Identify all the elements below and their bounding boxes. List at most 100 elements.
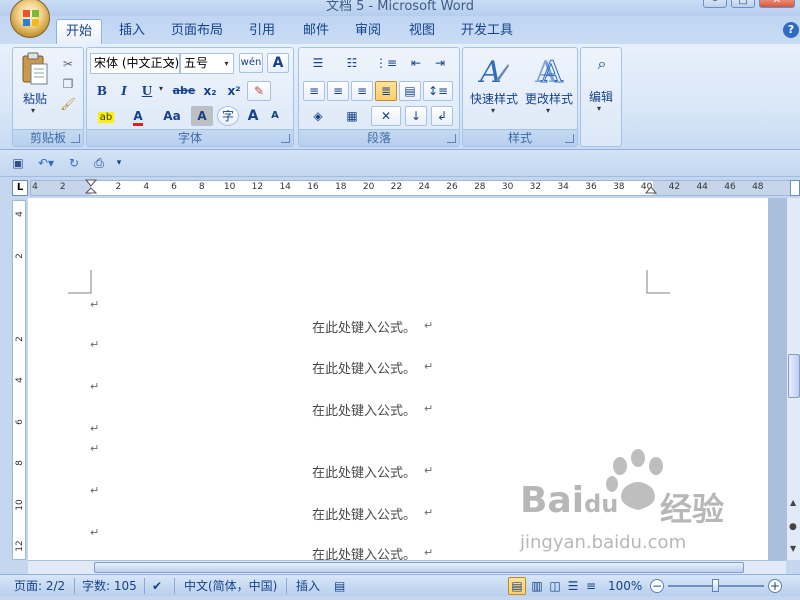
tab-references[interactable]: 引用 — [240, 19, 284, 44]
clear-formatting-button[interactable]: ✎ — [247, 81, 271, 101]
language-status[interactable]: 中文(简体，中国) — [184, 578, 277, 594]
justify-button[interactable]: ≣ — [375, 81, 397, 101]
equation-placeholder[interactable]: 在此处键入公式。 — [312, 462, 416, 481]
format-painter-button[interactable]: 🖌 — [59, 94, 77, 114]
enclose-char-button[interactable]: 字 — [217, 106, 239, 126]
print-layout-view-button[interactable]: ▤ — [508, 577, 526, 595]
tab-review[interactable]: 审阅 — [346, 19, 390, 44]
superscript-button[interactable]: x² — [223, 81, 245, 101]
equation-placeholder[interactable]: 在此处键入公式。 — [312, 504, 416, 523]
zoom-out-button[interactable]: − — [650, 579, 664, 593]
draft-view-button[interactable]: ≡ — [582, 577, 600, 595]
next-page-icon[interactable]: ▼ — [790, 544, 796, 553]
line-spacing-button[interactable]: ↕≡ — [423, 81, 453, 101]
word-count-status[interactable]: 字数: 105 — [82, 578, 137, 594]
copy-button[interactable]: ❐ — [59, 74, 77, 94]
chinese-layout-button[interactable]: ✕ — [371, 106, 401, 126]
tab-selector[interactable]: L — [12, 180, 28, 196]
align-right-button[interactable]: ≡ — [351, 81, 373, 101]
tab-home[interactable]: 开始 — [56, 19, 102, 44]
tab-mailings[interactable]: 邮件 — [294, 19, 338, 44]
vertical-scrollbar[interactable]: ▲ ● ▼ — [786, 198, 800, 560]
font-size-combo[interactable]: 五号 ▾ — [180, 53, 234, 74]
italic-button[interactable]: I — [114, 81, 134, 101]
page-count-status[interactable]: 页面: 2/2 — [14, 578, 65, 594]
char-border-button[interactable]: A — [267, 53, 289, 73]
shrink-font-button[interactable]: A — [265, 106, 285, 126]
phonetic-guide-button[interactable]: wén — [239, 53, 263, 73]
horizontal-scrollbar[interactable] — [28, 560, 786, 574]
equation-placeholder[interactable]: 在此处键入公式。 — [312, 358, 416, 377]
font-launcher[interactable] — [281, 134, 290, 143]
distributed-button[interactable]: ▤ — [399, 81, 421, 101]
tab-page-layout[interactable]: 页面布局 — [166, 19, 228, 44]
cut-button[interactable]: ✂ — [59, 54, 77, 74]
document-line[interactable]: 在此处键入公式。 ↵ — [28, 358, 768, 377]
proofing-icon[interactable]: ✔ — [152, 578, 162, 594]
zoom-slider-thumb[interactable] — [712, 579, 719, 592]
char-shading-button[interactable]: A — [191, 106, 213, 126]
strikethrough-button[interactable]: abe — [171, 81, 197, 101]
prev-page-icon[interactable]: ▲ — [790, 498, 796, 507]
vertical-ruler[interactable]: 4 2 2 4 6 8 10 12 — [12, 200, 26, 560]
maximize-button[interactable]: □ — [731, 0, 755, 8]
redo-button[interactable]: ↻ — [64, 153, 84, 173]
web-layout-view-button[interactable]: ◫ — [546, 577, 564, 595]
bold-button[interactable]: B — [92, 81, 112, 101]
equation-placeholder[interactable]: 在此处键入公式。 — [312, 317, 416, 336]
increase-indent-button[interactable]: ⇥ — [429, 53, 451, 73]
document-line[interactable]: ↵ — [28, 380, 768, 398]
multilevel-list-button[interactable]: ⋮≡ — [371, 53, 401, 73]
undo-button[interactable]: ↶▾ — [32, 153, 60, 173]
underline-button[interactable]: U — [136, 81, 158, 101]
macro-record-icon[interactable]: ▤ — [334, 578, 345, 594]
document-line[interactable]: 在此处键入公式。 ↵ — [28, 317, 768, 336]
horizontal-ruler[interactable]: 4 2 2 4 6 8 10 12 14 16 18 20 22 24 26 28 30 32 34 36 38 40 42… — [30, 179, 791, 197]
show-marks-button[interactable]: ↲ — [431, 106, 453, 126]
tab-view[interactable]: 视图 — [400, 19, 444, 44]
print-preview-button[interactable]: ⎙ — [88, 153, 110, 173]
document-line[interactable]: ↵ — [28, 338, 768, 356]
help-icon[interactable]: ? — [783, 22, 799, 38]
outline-view-button[interactable]: ☰ — [564, 577, 582, 595]
document-line[interactable]: 在此处键入公式。 ↵ — [28, 400, 768, 419]
change-case-button[interactable]: Aa — [157, 106, 187, 126]
shading-button[interactable]: ◈ — [303, 106, 333, 126]
styles-launcher[interactable] — [565, 134, 574, 143]
minimize-button[interactable]: – — [703, 0, 727, 8]
sort-button[interactable]: ↓ — [405, 106, 427, 126]
full-screen-view-button[interactable]: ▥ — [528, 577, 546, 595]
browse-object-icon[interactable]: ● — [789, 522, 797, 532]
change-styles-button[interactable]: A A 更改样式 ▾ — [521, 50, 577, 126]
document-line[interactable]: ↵ — [28, 422, 768, 440]
clipboard-launcher[interactable] — [71, 134, 80, 143]
tab-insert[interactable]: 插入 — [110, 19, 154, 44]
decrease-indent-button[interactable]: ⇤ — [405, 53, 427, 73]
zoom-level[interactable]: 100% — [608, 578, 642, 594]
font-color-button[interactable]: A — [125, 106, 151, 126]
right-indent-marker-icon[interactable] — [645, 185, 657, 197]
align-left-button[interactable]: ≡ — [303, 81, 325, 101]
editing-group[interactable]: ⌕ 编辑 ▾ — [580, 47, 622, 147]
tab-developer[interactable]: 开发工具 — [456, 19, 518, 44]
insert-mode-status[interactable]: 插入 — [296, 578, 320, 594]
font-name-combo[interactable]: 宋体 (中文正文) ▾ — [90, 53, 180, 74]
bullets-button[interactable]: ☰ — [303, 53, 333, 73]
paragraph-launcher[interactable] — [447, 134, 456, 143]
quick-styles-button[interactable]: A 快速样式 ▾ — [466, 50, 522, 126]
ruler-toggle-icon[interactable] — [790, 180, 800, 196]
indent-marker-icon[interactable] — [85, 179, 97, 197]
paste-button[interactable]: 粘贴 ▾ — [19, 52, 51, 115]
grow-font-button[interactable]: A — [243, 106, 263, 126]
customize-qat-button[interactable]: ▾ — [112, 153, 126, 173]
align-center-button[interactable]: ≡ — [327, 81, 349, 101]
highlight-button[interactable]: ab — [91, 106, 121, 126]
close-button[interactable]: ✕ — [759, 0, 795, 8]
save-button[interactable]: ▣ — [8, 153, 28, 173]
borders-button[interactable]: ▦ — [337, 106, 367, 126]
equation-placeholder[interactable]: 在此处键入公式。 — [312, 400, 416, 419]
subscript-button[interactable]: x₂ — [199, 81, 221, 101]
numbering-button[interactable]: ☷ — [337, 53, 367, 73]
horizontal-scroll-thumb[interactable] — [94, 562, 744, 573]
zoom-in-button[interactable]: + — [768, 579, 782, 593]
